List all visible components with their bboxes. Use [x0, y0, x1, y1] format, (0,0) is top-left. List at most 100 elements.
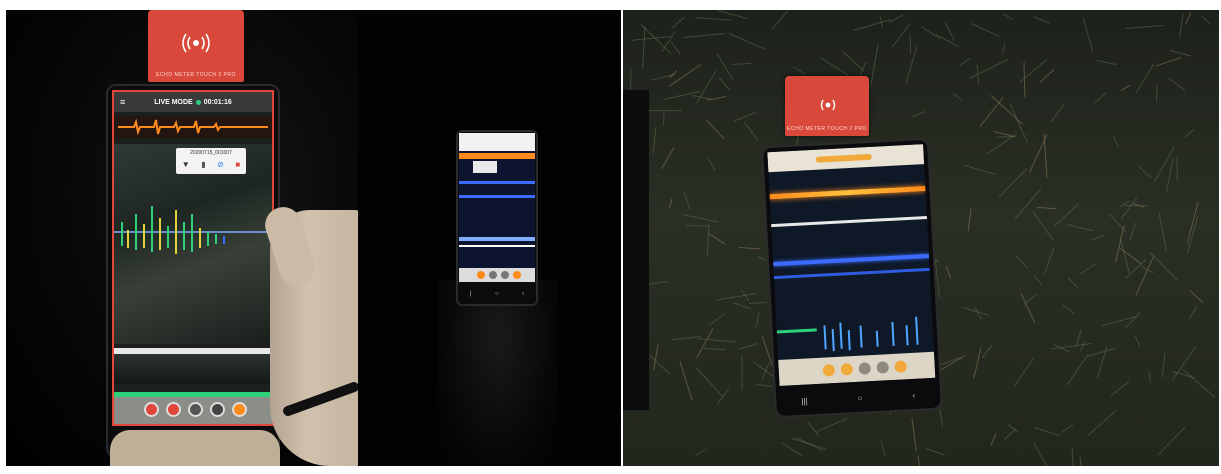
grass-blade [1155, 85, 1158, 103]
grass-blade [631, 36, 672, 42]
grass-blade [1183, 129, 1194, 138]
bookmark-icon[interactable]: ▮ [201, 160, 205, 169]
realtime-waveform [114, 116, 272, 138]
home-icon[interactable]: ○ [495, 291, 499, 297]
app-header [767, 144, 925, 173]
grass-blade [969, 58, 1009, 79]
grass-blade [912, 110, 926, 117]
spectrogram-button[interactable] [188, 402, 203, 417]
grass-blade [926, 447, 946, 456]
grass-blade [719, 76, 730, 90]
grass-blade [649, 355, 670, 375]
grass-blade [1166, 158, 1174, 193]
grass-blade [1149, 251, 1178, 280]
mute-button[interactable] [894, 360, 908, 373]
grass-blade [939, 409, 943, 429]
grass-blade [1182, 369, 1215, 398]
grass-blade [1124, 204, 1149, 207]
grass-blade [1156, 427, 1185, 456]
phone-screen [459, 133, 535, 282]
record-button[interactable] [822, 364, 836, 377]
mute-button[interactable] [232, 402, 247, 417]
grass-blade [808, 422, 820, 436]
realtime-waveform [769, 186, 926, 200]
timeline-strip [771, 215, 928, 228]
ultrasonic-microphone-dongle: ECHO METER TOUCH 2 PRO [785, 76, 869, 136]
grass-blade [1082, 17, 1094, 53]
grass-blade [917, 454, 921, 466]
grass-blade [1050, 104, 1065, 123]
grass-blade [1066, 223, 1094, 232]
grass-blade [733, 111, 757, 122]
stop-button[interactable] [166, 402, 181, 417]
grass-blade [695, 16, 732, 21]
no-icon[interactable]: ⊘ [217, 160, 224, 169]
grass-blade [1129, 222, 1137, 240]
grass-blade [921, 25, 942, 40]
recents-icon[interactable]: | [470, 291, 472, 297]
grass-blade [1096, 59, 1117, 66]
record-button[interactable] [144, 402, 159, 417]
settings-button[interactable] [876, 361, 890, 374]
spectrogram-view: 20200715_001007 ▼ ▮ ⊘ ■ [114, 144, 272, 344]
menu-icon[interactable]: ≡ [120, 97, 125, 107]
grass-blade [744, 120, 760, 142]
dim-ground [438, 280, 558, 466]
grass-blade [686, 225, 711, 227]
record-button[interactable] [477, 271, 485, 279]
grass-blade [682, 214, 718, 223]
delete-icon[interactable]: ■ [235, 160, 240, 169]
grass-blade [780, 442, 803, 457]
grass-blade [728, 33, 766, 51]
grass-blade [653, 344, 659, 370]
grass-blade [1020, 293, 1036, 324]
grass-blade [738, 342, 759, 350]
grass-blade [696, 447, 708, 456]
grass-blade [704, 348, 726, 351]
grass-blade [661, 147, 675, 170]
control-bar [114, 392, 272, 424]
signal-icon [182, 33, 210, 53]
grass-blade [731, 63, 751, 66]
grass-blade [707, 96, 727, 101]
grass-blade [816, 417, 848, 433]
phone-screen: ≡ LIVE MODE 00:01:16 20200715_001007 ▼ ▮… [112, 90, 274, 426]
grass-blade [670, 40, 681, 55]
grass-blade [991, 94, 1024, 125]
grass-blade [741, 356, 743, 389]
grass-blade [1086, 347, 1116, 357]
mute-button[interactable] [513, 271, 521, 279]
grass-blade [669, 70, 678, 79]
grass-blade [1161, 353, 1166, 378]
file-info-box [473, 161, 497, 173]
grass-blade [819, 57, 849, 76]
grass-blade [944, 21, 955, 41]
recents-icon[interactable]: ||| [801, 396, 808, 405]
signal-icon [820, 99, 836, 111]
spectrogram-band [773, 253, 930, 267]
grass-blade [1067, 277, 1079, 289]
grass-blade [708, 313, 726, 327]
grass-blade [1120, 85, 1131, 91]
settings-button[interactable] [210, 402, 225, 417]
stop-button[interactable] [840, 363, 854, 376]
grass-blade [1043, 133, 1048, 178]
grass-blade [1110, 380, 1130, 396]
home-icon[interactable]: ○ [857, 393, 862, 402]
spectrogram-button[interactable] [858, 362, 872, 375]
settings-button[interactable] [501, 271, 509, 279]
grass-blade [1062, 303, 1075, 315]
grass-blade [1179, 13, 1184, 39]
grass-blade [1071, 446, 1075, 466]
back-icon[interactable]: ‹ [912, 390, 915, 399]
file-label: 20200715_001007 [190, 150, 232, 156]
grass-blade [671, 17, 684, 29]
grass-blade [1189, 306, 1198, 321]
back-icon[interactable]: ‹ [522, 291, 524, 297]
play-icon[interactable]: ▼ [182, 160, 190, 169]
camera-background [114, 354, 272, 384]
smartphone: | ○ ‹ [456, 130, 538, 306]
grass-blade [972, 347, 982, 379]
photo-panel-phone-on-grass: ECHO METER TOUCH 2 PRO ||| ○ ‹ [623, 10, 1219, 466]
stop-button[interactable] [489, 271, 497, 279]
